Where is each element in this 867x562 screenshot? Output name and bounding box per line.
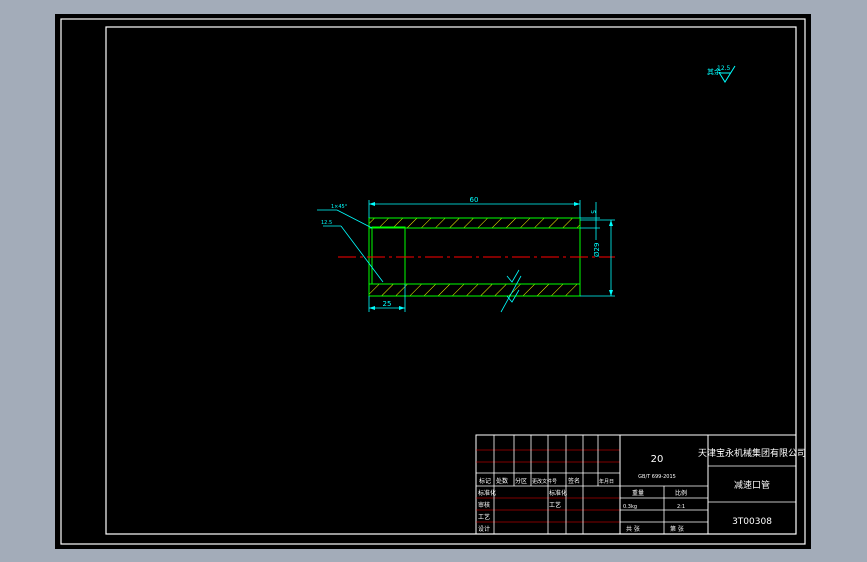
bottom-wall xyxy=(368,283,581,297)
drawing-canvas: 其余 12.5 60 5 Ø29 25 1×45° 12.5 标记 处数 分区 … xyxy=(60,18,806,545)
chamfer-note: 1×45° xyxy=(331,204,348,210)
drawing-number: 3T00308 xyxy=(732,517,772,527)
col-zone: 分区 xyxy=(515,477,527,485)
cad-viewport[interactable]: 其余 12.5 60 5 Ø29 25 1×45° 12.5 标记 处数 分区 … xyxy=(55,14,811,549)
revision-table: 标记 处数 分区 更改文件号 签名 年月日 标准化 审核 工艺 设计 标准化 工… xyxy=(476,435,621,534)
sheets-total: 共 张 xyxy=(626,525,640,533)
dim-diameter: Ø29 xyxy=(593,243,601,257)
title-block: 标记 处数 分区 更改文件号 签名 年月日 标准化 审核 工艺 设计 标准化 工… xyxy=(475,434,806,535)
material: 20 xyxy=(651,454,664,465)
drawing-border xyxy=(105,26,797,535)
counterbore xyxy=(371,226,406,285)
surface-finish-symbol: 其余 12.5 xyxy=(707,65,736,83)
scale-label: 比例 xyxy=(675,489,687,497)
mid-label-0: 标准化 xyxy=(549,489,567,497)
left-label-3: 设计 xyxy=(478,525,490,533)
left-label-0: 标准化 xyxy=(478,489,496,497)
leader-note: 12.5 xyxy=(321,220,332,226)
tube-section-view xyxy=(338,217,615,297)
dim-wall: 5 xyxy=(589,210,596,214)
part-name: 减速口管 xyxy=(734,479,770,491)
surface-finish-value: 12.5 xyxy=(717,65,731,72)
outer-frame xyxy=(60,18,806,545)
mid-label-1: 工艺 xyxy=(549,501,561,509)
col-count: 处数 xyxy=(496,477,508,485)
dim-bore-depth: 25 xyxy=(383,300,392,308)
col-date: 年月日 xyxy=(599,478,614,485)
sheet-no: 第 张 xyxy=(670,525,684,533)
col-signature: 签名 xyxy=(568,477,580,485)
left-label-1: 审核 xyxy=(478,501,490,509)
material-standard: GB/T 699-2015 xyxy=(638,474,676,480)
scale-value: 2:1 xyxy=(677,504,685,510)
col-change-doc: 更改文件号 xyxy=(532,478,557,485)
left-label-2: 工艺 xyxy=(478,513,490,521)
dim-length: 60 xyxy=(470,196,479,204)
weight-label: 重量 xyxy=(632,489,644,497)
col-mark: 标记 xyxy=(479,477,491,485)
weight-value: 0.3kg xyxy=(623,504,637,510)
company-name: 天津宝永机械集团有限公司 xyxy=(698,447,806,459)
